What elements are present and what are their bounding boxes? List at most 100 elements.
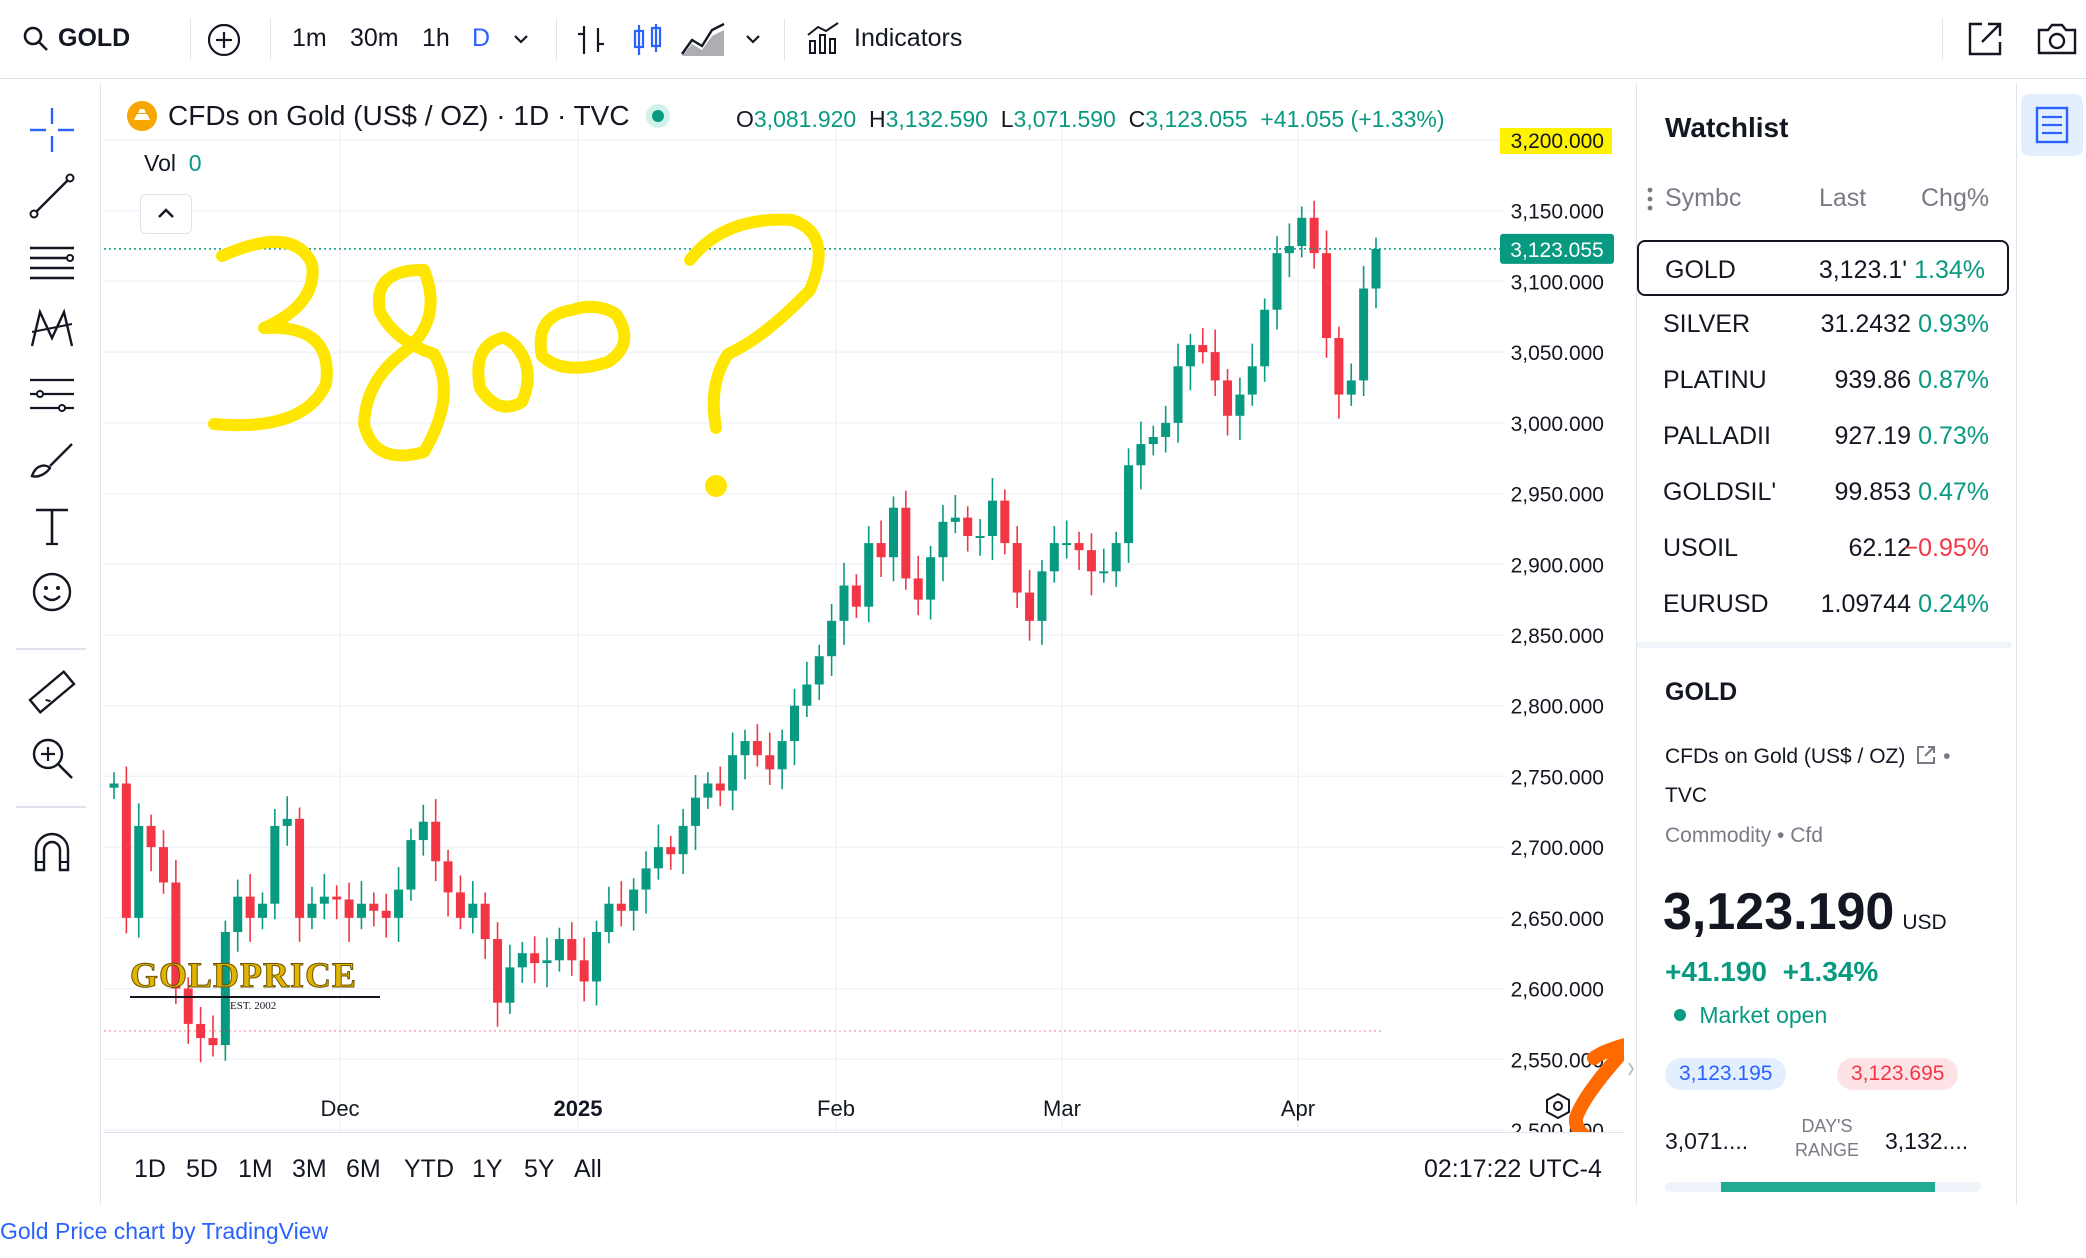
- watchlist-row-silver[interactable]: SILVER 31.2432 0.93%: [1637, 296, 2011, 352]
- collapse-legend-button[interactable]: [140, 194, 192, 234]
- watchlist-last: 31.2432: [1820, 310, 1911, 338]
- watchlist-drag-handle[interactable]: [1645, 184, 1655, 219]
- settings-hex-icon[interactable]: [1546, 1092, 1570, 1120]
- price-tick-label: 3,000.000: [1511, 413, 1604, 436]
- forecast-tool[interactable]: [26, 368, 78, 420]
- range-ytd[interactable]: YTD: [404, 1155, 454, 1184]
- watchlist-row-gold[interactable]: GOLD 3,123.1' 1.34%: [1637, 240, 2009, 296]
- magnet-tool[interactable]: [26, 826, 78, 878]
- clock-timezone[interactable]: 02:17:22 UTC-4: [1424, 1155, 1602, 1184]
- area-chart-type-button[interactable]: [680, 20, 726, 58]
- range-1y[interactable]: 1Y: [472, 1155, 503, 1184]
- external-link-icon[interactable]: [1915, 744, 1937, 766]
- trend-line-tool[interactable]: [26, 170, 78, 222]
- candle-body: [752, 741, 762, 756]
- watchlist-panel: Watchlist Symbc Last Chg% GOLD 3,123.1' 1.…: [1636, 84, 2011, 1204]
- candle-body: [691, 797, 701, 826]
- watchlist-last: 62.12: [1848, 534, 1911, 562]
- candle-body: [270, 825, 280, 904]
- interval-d[interactable]: D: [472, 22, 490, 54]
- candle-body: [839, 585, 849, 621]
- candle-body: [1148, 437, 1158, 445]
- col-header-last[interactable]: Last: [1819, 184, 1866, 213]
- candle-body: [146, 825, 156, 848]
- interval-30m[interactable]: 30m: [350, 22, 399, 54]
- chart-credit-link[interactable]: Gold Price chart by TradingView: [0, 1218, 328, 1245]
- watchlist-symbol: PALLADII: [1663, 422, 1771, 450]
- interval-1h[interactable]: 1h: [422, 22, 450, 54]
- range-1m[interactable]: 1M: [238, 1155, 273, 1184]
- fib-tool[interactable]: [26, 236, 78, 288]
- measure-tool[interactable]: [26, 666, 78, 718]
- candle-body: [1322, 253, 1332, 338]
- goldprice-watermark: GOLDPRICE EST. 2002: [130, 954, 400, 1024]
- open-new-window-button[interactable]: [1966, 20, 2004, 58]
- compare-symbol-button[interactable]: [206, 22, 242, 58]
- candle-body: [876, 543, 886, 558]
- watchlist-symbol: EURUSD: [1663, 590, 1769, 618]
- candle-body: [554, 939, 564, 961]
- candle-body: [369, 903, 379, 911]
- top-toolbar: GOLD 1m 30m 1h D Indicators: [0, 0, 2086, 79]
- chart-type-dropdown[interactable]: [742, 28, 764, 50]
- interval-dropdown[interactable]: [510, 28, 532, 50]
- brush-icon: [30, 443, 73, 478]
- text-tool[interactable]: [26, 500, 78, 552]
- indicators-button[interactable]: Indicators: [806, 22, 962, 54]
- details-price: 3,123.190 USD: [1663, 883, 1947, 941]
- candle-body: [121, 783, 131, 918]
- watchlist-symbol: USOIL: [1663, 534, 1739, 562]
- market-status-dot-icon: [646, 104, 670, 128]
- col-header-symbol[interactable]: Symbc: [1665, 184, 1741, 213]
- watchlist-change: 1.34%: [1914, 256, 1985, 284]
- more-vertical-icon: [1647, 187, 1653, 211]
- panel-collapse-handle[interactable]: [1626, 1052, 1636, 1086]
- price-tick-label: 2,800.000: [1511, 696, 1604, 719]
- pattern-tool[interactable]: [26, 302, 78, 354]
- day-range-fill: [1721, 1182, 1935, 1192]
- watchlist-row-usoil[interactable]: USOIL 62.12 −0.95%: [1637, 520, 2011, 576]
- range-5d[interactable]: 5D: [186, 1155, 218, 1184]
- zoom-in-tool[interactable]: [26, 732, 78, 784]
- watchlist-change: 0.73%: [1918, 422, 1989, 450]
- range-3m[interactable]: 3M: [292, 1155, 327, 1184]
- candle-body: [418, 821, 428, 841]
- interval-1m[interactable]: 1m: [292, 22, 327, 54]
- watchlist-toggle-button[interactable]: [2021, 94, 2083, 156]
- candle-body: [233, 896, 243, 932]
- candle-body: [1359, 288, 1369, 381]
- watchlist-row-platinu[interactable]: PLATINU 939.86 0.87%: [1637, 352, 2011, 408]
- symbol-label: GOLD: [58, 24, 131, 52]
- symbol-search-button[interactable]: GOLD: [22, 22, 130, 54]
- candle-body: [851, 585, 861, 607]
- volume-label: Vol 0: [144, 150, 202, 176]
- bar-chart-type-button[interactable]: [574, 22, 610, 58]
- candle-body: [344, 899, 354, 918]
- ask-badge: 3,123.695: [1837, 1058, 1959, 1090]
- price-tick-label: 3,150.000: [1511, 201, 1604, 224]
- emoji-tool[interactable]: [26, 566, 78, 618]
- pattern-icon: [30, 308, 74, 347]
- brush-tool[interactable]: [26, 434, 78, 486]
- candle-body: [827, 620, 837, 657]
- crosshair-tool[interactable]: [26, 104, 78, 156]
- range-all[interactable]: All: [574, 1155, 602, 1184]
- range-6m[interactable]: 6M: [346, 1155, 381, 1184]
- chart-pane[interactable]: 3,200.000 3,150.000 3,100.000 3,050.000 3,00…: [104, 84, 1624, 1204]
- range-5y[interactable]: 5Y: [524, 1155, 555, 1184]
- col-header-chg[interactable]: Chg%: [1921, 184, 1989, 213]
- candle-body: [864, 543, 874, 607]
- candle-body: [765, 755, 775, 770]
- watchlist-change: 0.47%: [1918, 478, 1989, 506]
- candle-body: [443, 861, 453, 893]
- snapshot-button[interactable]: [2036, 22, 2078, 56]
- watchlist-row-palladii[interactable]: PALLADII 927.19 0.73%: [1637, 408, 2011, 464]
- candle-body: [381, 910, 391, 918]
- candle-body: [1062, 543, 1072, 546]
- text-icon: [36, 508, 68, 546]
- candle-body: [1185, 345, 1195, 367]
- watchlist-row-eurusd[interactable]: EURUSD 1.09744 0.24%: [1637, 576, 2011, 632]
- range-1d[interactable]: 1D: [134, 1155, 166, 1184]
- watchlist-row-goldsil[interactable]: GOLDSIL' 99.853 0.47%: [1637, 464, 2011, 520]
- candle-chart-type-button[interactable]: [630, 22, 666, 58]
